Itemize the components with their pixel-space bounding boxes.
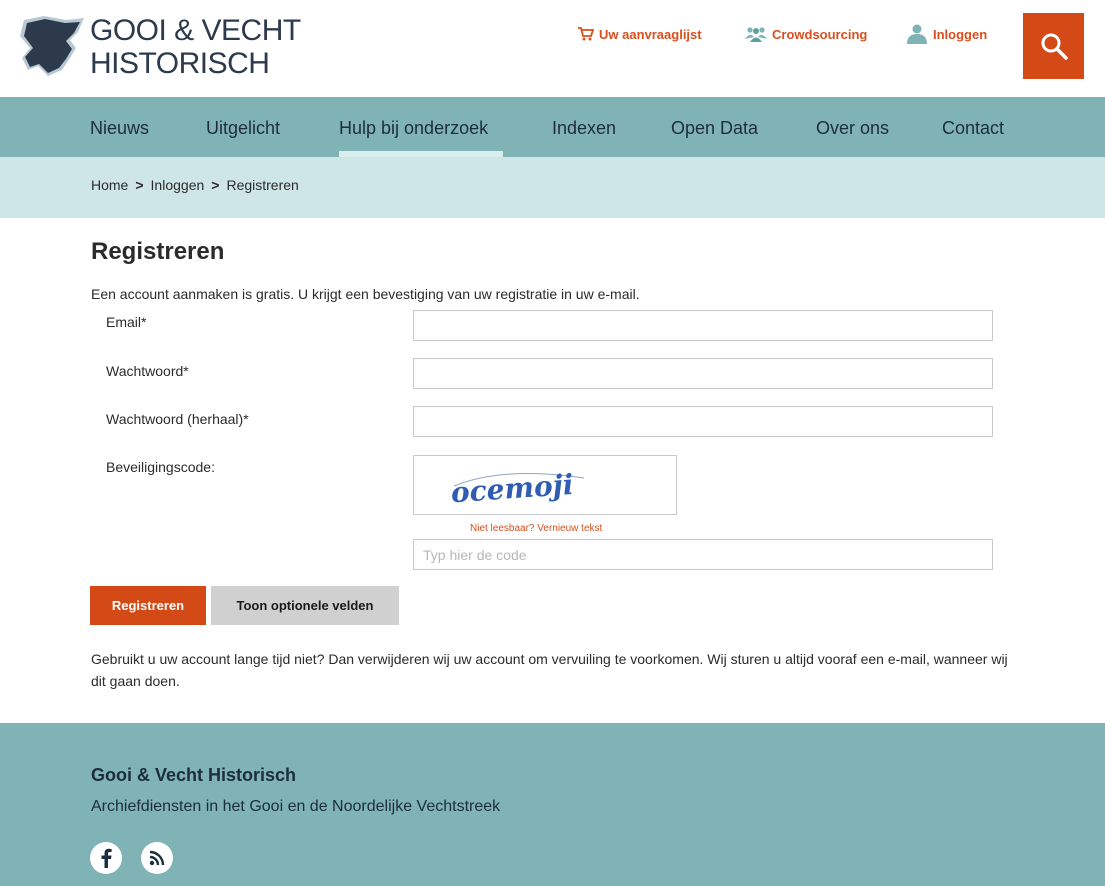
password-field[interactable] (413, 358, 993, 389)
breadcrumb-separator: > (211, 177, 220, 193)
rss-icon (149, 850, 165, 866)
main-nav: Nieuws Uitgelicht Hulp bij onderzoek Ind… (0, 97, 1105, 157)
captcha-graphic: ocemoji (450, 468, 585, 509)
breadcrumb-bar: Home > Inloggen > Registreren (0, 157, 1105, 218)
breadcrumb-inloggen[interactable]: Inloggen (151, 177, 205, 193)
search-button[interactable] (1023, 13, 1084, 79)
email-label: Email* (106, 314, 147, 330)
request-list-link[interactable]: Uw aanvraaglijst (578, 24, 702, 44)
search-icon (1041, 33, 1068, 60)
login-label: Inloggen (933, 26, 988, 42)
logo-line-1: GOOI & VECHT (90, 14, 301, 47)
nav-item-uitgelicht[interactable]: Uitgelicht (206, 97, 280, 157)
request-list-label: Uw aanvraaglijst (599, 26, 702, 42)
breadcrumb-home[interactable]: Home (91, 177, 128, 193)
breadcrumb-current: Registreren (226, 177, 299, 193)
inactivity-notice: Gebruikt u uw account lange tijd niet? D… (91, 651, 1008, 689)
facebook-icon (101, 848, 112, 868)
page-title: Registreren (91, 238, 225, 265)
login-link[interactable]: Inloggen (906, 24, 987, 44)
captcha-label: Beveiligingscode: (106, 459, 215, 475)
captcha-refresh-link[interactable]: Niet leesbaar? Vernieuw tekst (470, 523, 602, 534)
group-icon (745, 27, 767, 42)
footer-title: Gooi & Vecht Historisch (91, 765, 297, 785)
breadcrumb-separator: > (135, 177, 144, 193)
password-repeat-label: Wachtwoord (herhaal)* (106, 411, 249, 427)
email-field[interactable] (413, 310, 993, 341)
password-repeat-field[interactable] (413, 406, 993, 437)
rss-link[interactable] (141, 842, 173, 874)
nav-item-contact[interactable]: Contact (942, 97, 1004, 157)
nav-item-hulp-bij-onderzoek[interactable]: Hulp bij onderzoek (339, 97, 503, 157)
nav-item-nieuws[interactable]: Nieuws (90, 97, 149, 157)
captcha-image: ocemoji (413, 455, 677, 515)
show-optional-fields-button[interactable]: Toon optionele velden (211, 586, 399, 625)
logo-line-2: HISTORISCH (90, 47, 270, 80)
password-label: Wachtwoord* (106, 363, 189, 379)
crowdsourcing-link[interactable]: Crowdsourcing (745, 24, 867, 44)
captcha-text: ocemoji (450, 468, 575, 509)
site-logo[interactable]: GOOI & VECHT HISTORISCH (18, 10, 301, 85)
site-logo-text: GOOI & VECHT HISTORISCH (90, 14, 301, 80)
breadcrumb: Home > Inloggen > Registreren (91, 177, 299, 193)
intro-text: Een account aanmaken is gratis. U krijgt… (91, 286, 640, 302)
register-button[interactable]: Registreren (90, 586, 206, 625)
captcha-code-input[interactable] (413, 539, 993, 570)
nav-item-indexen[interactable]: Indexen (552, 97, 616, 157)
region-map-logo (20, 16, 84, 76)
cart-icon (578, 27, 594, 41)
nav-item-open-data[interactable]: Open Data (671, 97, 758, 157)
footer-subtitle: Archiefdiensten in het Gooi en de Noorde… (91, 798, 501, 815)
site-footer: Gooi & Vecht Historisch Archiefdiensten … (0, 723, 1105, 886)
nav-item-over-ons[interactable]: Over ons (816, 97, 889, 157)
facebook-link[interactable] (90, 842, 122, 874)
site-header: GOOI & VECHT HISTORISCH Uw aanvraaglijst… (0, 0, 1105, 97)
user-icon (907, 24, 927, 44)
crowdsourcing-label: Crowdsourcing (772, 26, 868, 42)
